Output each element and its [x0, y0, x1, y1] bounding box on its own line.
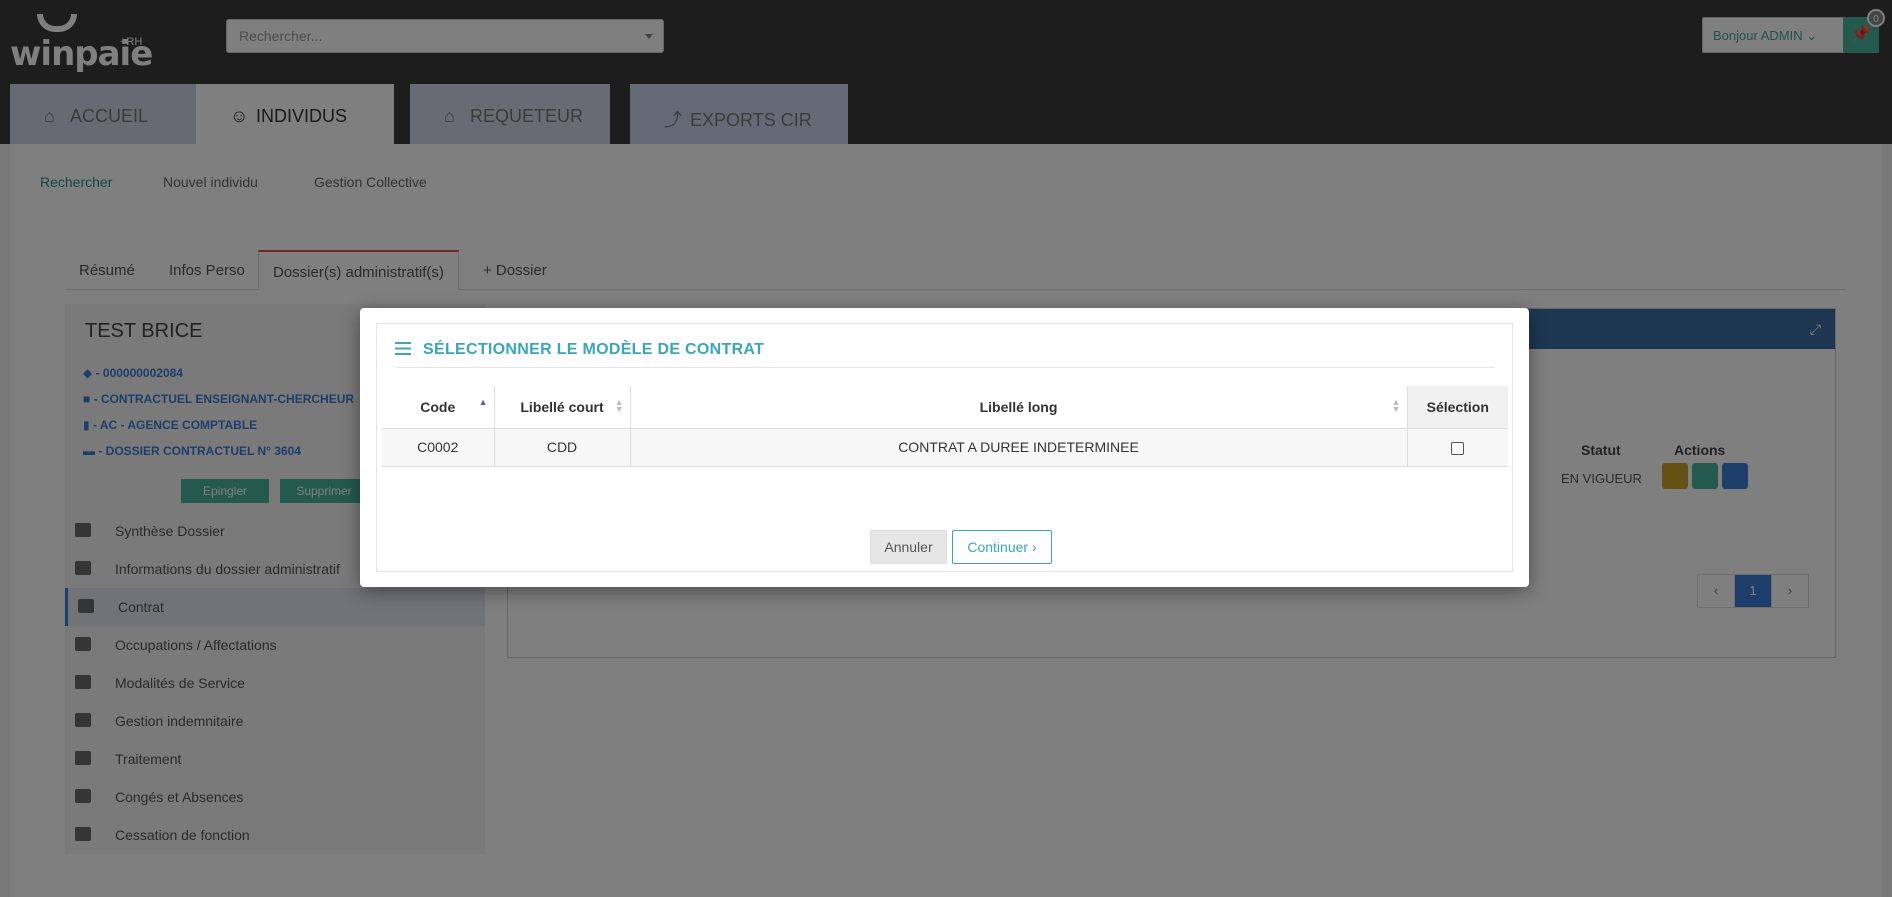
col-selection: Sélection — [1407, 386, 1508, 429]
cancel-button[interactable]: Annuler — [870, 530, 947, 564]
col-libelle-long-label: Libellé long — [979, 398, 1058, 415]
list-icon — [395, 342, 411, 355]
cell-selection — [1407, 428, 1508, 467]
col-libelle-long[interactable]: Libellé long ▲ ▼ — [630, 386, 1408, 429]
sort-icon: ▲ ▼ — [1391, 397, 1401, 414]
cell-libelle-court: CDD — [494, 428, 631, 467]
divider — [395, 367, 1495, 368]
modal-body: SÉLECTIONNER LE MODÈLE DE CONTRAT Code ▲ … — [376, 323, 1513, 572]
col-code[interactable]: Code ▲ — [382, 386, 495, 429]
select-checkbox[interactable] — [1451, 441, 1465, 455]
sort-icon: ▲ ▼ — [614, 397, 624, 414]
sort-asc-icon: ▲ — [478, 397, 488, 407]
continue-button[interactable]: Continuer › — [952, 530, 1052, 564]
modal-title: SÉLECTIONNER LE MODÈLE DE CONTRAT — [395, 341, 764, 359]
cell-libelle-long: CONTRAT A DUREE INDETERMINEE — [630, 428, 1408, 467]
contract-models-table: Code ▲ Libellé court ▲ ▼ Libellé long ▲ ▼ Sél… — [382, 386, 1508, 467]
modal-title-text: SÉLECTIONNER LE MODÈLE DE CONTRAT — [423, 341, 765, 358]
select-contract-modal: SÉLECTIONNER LE MODÈLE DE CONTRAT Code ▲ … — [360, 308, 1529, 587]
col-selection-label: Sélection — [1426, 398, 1489, 415]
col-libelle-court[interactable]: Libellé court ▲ ▼ — [494, 386, 631, 429]
col-code-label: Code — [420, 398, 456, 415]
table-row[interactable]: C0002 CDD CONTRAT A DUREE INDETERMINEE — [382, 428, 1508, 467]
col-libelle-court-label: Libellé court — [520, 398, 604, 415]
cell-code: C0002 — [382, 428, 495, 467]
